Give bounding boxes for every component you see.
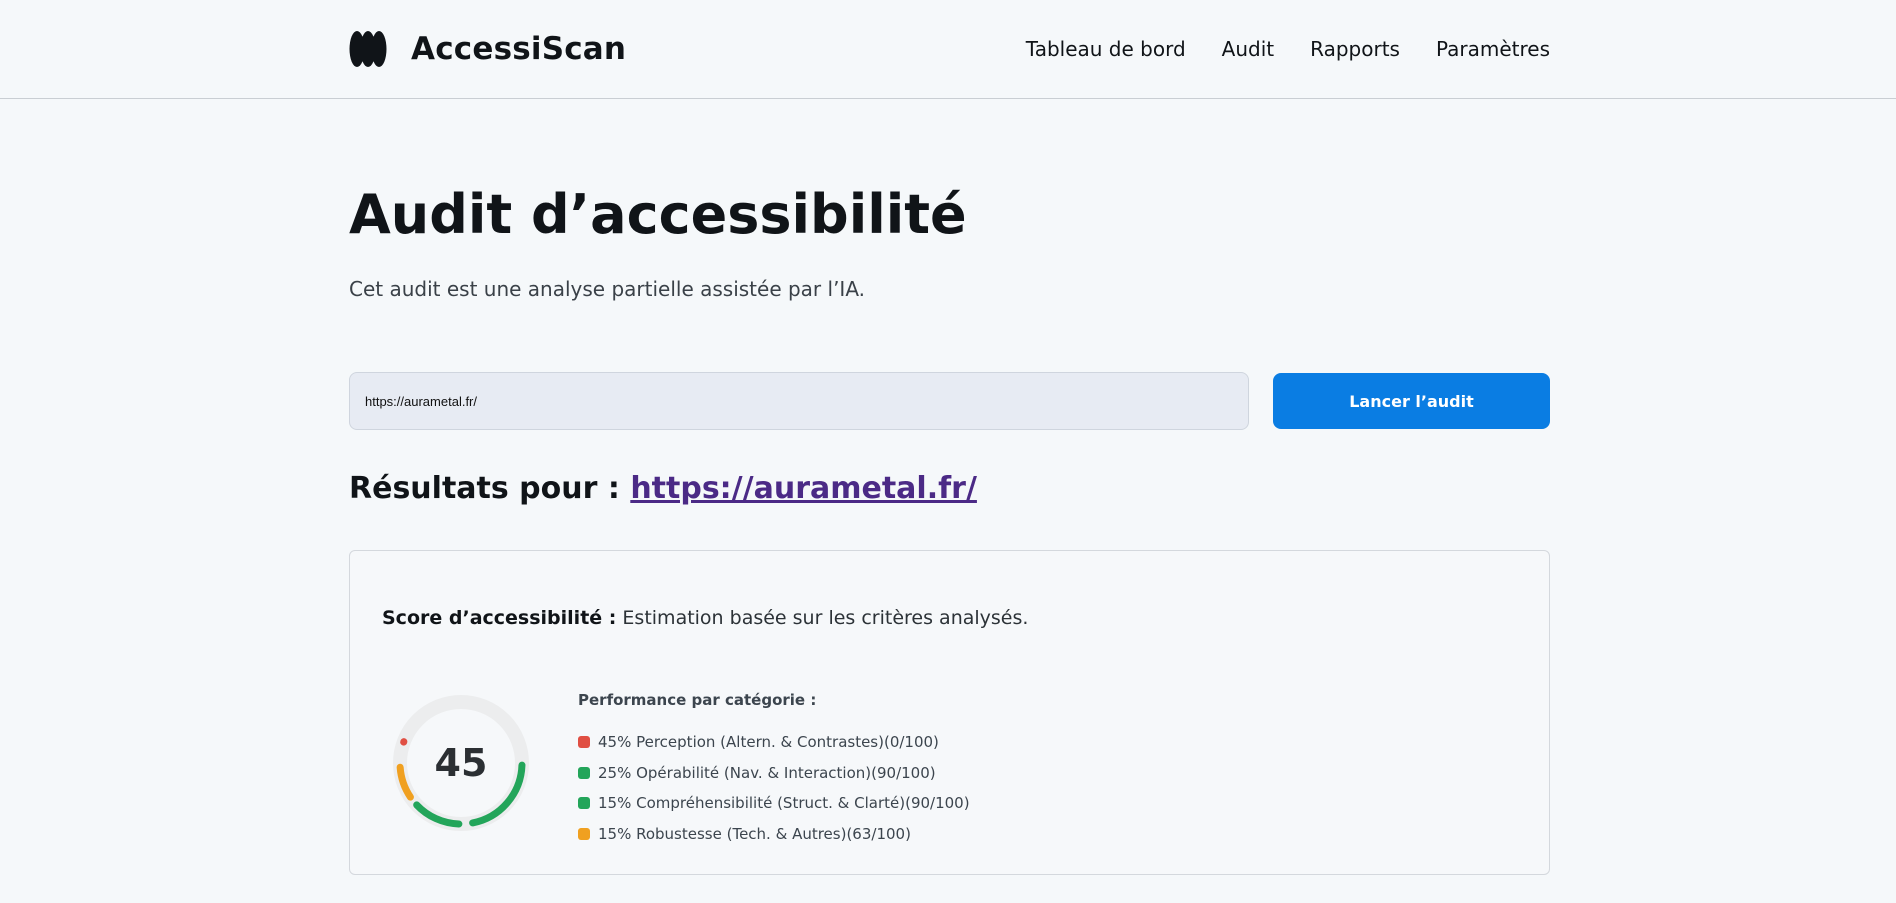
category-row-operabilite: 25% Opérabilité (Nav. & Interaction)(90/… — [578, 758, 970, 789]
category-color-swatch — [578, 827, 590, 840]
url-input[interactable] — [349, 372, 1249, 430]
brand-name: AccessiScan — [411, 31, 627, 67]
results-url-link[interactable]: https://aurametal.fr/ — [630, 471, 977, 506]
category-color-swatch — [578, 797, 590, 810]
page-title: Audit d’accessibilité — [349, 183, 967, 246]
categories-title: Performance par catégorie : — [578, 691, 817, 709]
score-value: 45 — [434, 741, 488, 785]
category-row-perception: 45% Perception (Altern. & Contrastes)(0/… — [578, 727, 970, 758]
results-heading-prefix: Résultats pour : — [349, 471, 620, 506]
category-label: 15% Compréhensibilité (Struct. & Clarté)… — [598, 794, 970, 813]
score-gauge: 45 — [391, 693, 531, 833]
category-label: 25% Opérabilité (Nav. & Interaction)(90/… — [598, 763, 936, 782]
brand-home-link[interactable]: AccessiScan — [349, 28, 626, 70]
category-performance: Performance par catégorie : 45% Percepti… — [578, 685, 970, 849]
results-heading: Résultats pour : https://aurametal.fr/ — [349, 469, 977, 509]
category-color-swatch — [578, 736, 590, 749]
nav-link-parametres[interactable]: Paramètres — [1436, 34, 1550, 64]
category-label: 15% Robustesse (Tech. & Autres)(63/100) — [598, 824, 911, 843]
category-row-robustesse: 15% Robustesse (Tech. & Autres)(63/100) — [578, 819, 970, 850]
category-label: 45% Perception (Altern. & Contrastes)(0/… — [598, 733, 939, 752]
top-navigation-bar: AccessiScan Tableau de bord Audit Rappor… — [0, 0, 1896, 99]
score-summary: Score d’accessibilité : Estimation basée… — [382, 603, 1028, 633]
main-nav: Tableau de bord Audit Rapports Paramètre… — [1026, 34, 1550, 64]
score-card: Score d’accessibilité : Estimation basée… — [349, 550, 1550, 875]
accessiscan-logo-icon — [349, 31, 387, 67]
score-label: Score d’accessibilité : — [382, 607, 617, 629]
page-subtitle: Cet audit est une analyse partielle assi… — [349, 277, 866, 301]
category-color-swatch — [578, 766, 590, 779]
category-row-comprehensibilite: 15% Compréhensibilité (Struct. & Clarté)… — [578, 788, 970, 819]
nav-link-audit[interactable]: Audit — [1222, 34, 1274, 64]
score-description: Estimation basée sur les critères analys… — [622, 607, 1029, 629]
nav-link-rapports[interactable]: Rapports — [1310, 34, 1400, 64]
nav-link-tableau-de-bord[interactable]: Tableau de bord — [1026, 34, 1186, 64]
run-audit-button[interactable]: Lancer l’audit — [1273, 373, 1550, 429]
